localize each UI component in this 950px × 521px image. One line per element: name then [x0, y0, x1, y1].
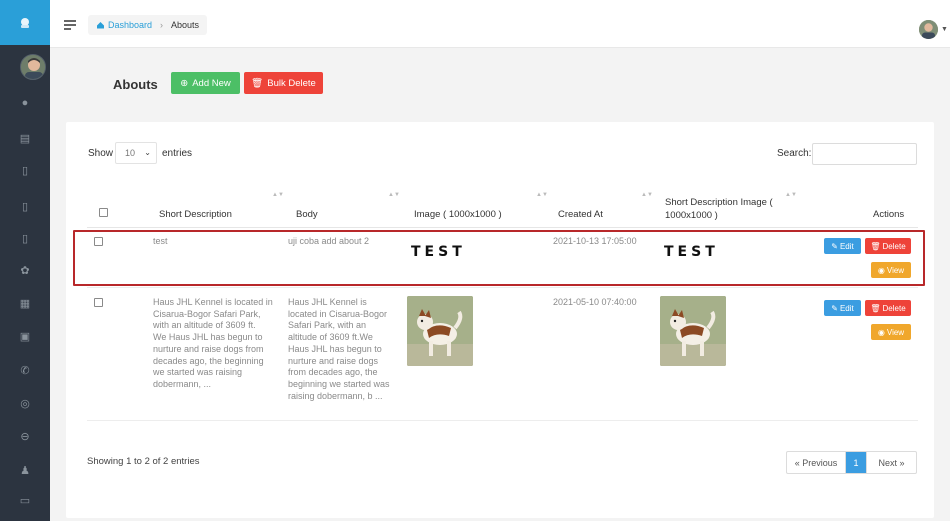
header-created-at[interactable]: Created At: [558, 209, 603, 220]
logo-icon: [21, 17, 29, 28]
text-line: Haus JHL Kennel is located in: [153, 297, 273, 307]
dog-photo: [660, 296, 726, 366]
settings-icon[interactable]: ◎: [17, 395, 33, 411]
header-actions: Actions: [873, 209, 905, 220]
lock-icon[interactable]: ⊖: [17, 428, 33, 444]
page-title: Abouts: [113, 77, 158, 92]
document-icon[interactable]: ▯: [17, 198, 33, 214]
created-at-cell: 2021-05-10 07:40:00: [553, 297, 637, 307]
home-icon: [97, 22, 104, 29]
search-label: Search:: [777, 148, 812, 159]
file-icon[interactable]: ▯: [17, 230, 33, 246]
view-button[interactable]: ◉ View: [871, 324, 911, 340]
sidebar: ● ▤ ▯ ▯ ▯ ✿ ▦ ▣ ✆ ◎ ⊖ ♟ ▭: [0, 0, 50, 521]
paw-icon[interactable]: ✿: [17, 262, 33, 278]
breadcrumb-current: Abouts: [171, 20, 200, 30]
header-sd-image-line2[interactable]: 1000x1000 ): [665, 210, 718, 221]
chevron-down-icon: ⌄: [144, 148, 151, 157]
header-divider: [87, 227, 918, 228]
text-line: Haus JHL has begun to: [288, 343, 382, 354]
body-cell: Haus JHL Kennel is located in Cisarua-Bo…: [288, 297, 390, 402]
short-description-cell: Haus JHL Kennel is located in Cisarua-Bo…: [153, 297, 273, 391]
header-image[interactable]: Image ( 1000x1000 ): [414, 209, 502, 220]
breadcrumb-separator: ›: [160, 20, 164, 30]
add-new-label: Add New: [192, 77, 231, 89]
grid-icon[interactable]: ▦: [17, 295, 33, 311]
menu-icon[interactable]: [64, 20, 76, 30]
user-avatar-icon: [919, 20, 938, 39]
sort-icon[interactable]: ▲▼: [641, 192, 653, 198]
previous-page-button[interactable]: « Previous: [787, 452, 846, 473]
image-icon[interactable]: ▣: [17, 328, 33, 344]
row-divider: [87, 287, 918, 288]
dog-photo: [407, 296, 473, 366]
text-line: nurture and raise dogs: [288, 355, 379, 366]
chart-icon[interactable]: ▤: [17, 130, 33, 146]
dog-icon[interactable]: ●: [17, 95, 33, 111]
breadcrumb-home-label: Dashboard: [108, 20, 153, 30]
plus-circle-icon: ⊕: [180, 77, 189, 89]
text-line: raising dobermann, b ...: [288, 390, 383, 401]
text-line: beginning we started was: [288, 378, 390, 389]
header-sd-image-line1[interactable]: Short Description Image (: [665, 197, 773, 208]
bulk-delete-button[interactable]: 🗑 Bulk Delete: [244, 72, 323, 94]
text-line: dobermann, ...: [153, 378, 212, 389]
header-body[interactable]: Body: [296, 209, 318, 220]
header-short-description[interactable]: Short Description: [159, 209, 232, 220]
sort-icon[interactable]: ▲▼: [388, 192, 400, 198]
car-icon[interactable]: ▭: [17, 492, 33, 508]
sort-icon[interactable]: ▲▼: [272, 192, 284, 198]
topbar: Dashboard › Abouts ▼: [50, 0, 950, 48]
text-line: decades ago, the beginning: [153, 355, 264, 366]
logo[interactable]: [0, 0, 50, 45]
text-line: altitude of 3609 ft.We: [288, 332, 373, 343]
eye-icon: ◉: [877, 327, 885, 337]
text-line: nurture and raise dogs from: [153, 343, 264, 354]
breadcrumb: Dashboard › Abouts: [88, 15, 208, 35]
table-info: Showing 1 to 2 of 2 entries: [87, 456, 200, 467]
sd-dog-image: [660, 296, 726, 366]
sidebar-avatar[interactable]: [20, 54, 46, 80]
row-divider: [87, 420, 918, 421]
bulk-delete-label: Bulk Delete: [267, 77, 316, 89]
edit-button[interactable]: ✎ Edit: [824, 300, 861, 316]
text-line: with an altitude of 3609 ft.: [153, 320, 256, 331]
text-line: We Haus JHL has begun to: [153, 332, 263, 343]
delete-label: Delete: [882, 303, 906, 313]
text-line: from decades ago, the: [288, 367, 378, 378]
book-icon[interactable]: ▯: [17, 162, 33, 178]
row-highlight-frame: [73, 230, 925, 286]
text-line: Cisarua-Bogor Safari Park,: [153, 308, 261, 319]
edit-label: Edit: [839, 303, 854, 313]
breadcrumb-home[interactable]: Dashboard: [96, 20, 152, 30]
page-1-button[interactable]: 1: [846, 452, 866, 473]
entries-select[interactable]: 10 ⌄: [115, 142, 157, 164]
delete-button[interactable]: 🗑 Delete: [865, 300, 911, 316]
text-line: we started was raising: [153, 367, 243, 378]
trash-icon: 🗑: [870, 303, 881, 313]
add-new-button[interactable]: ⊕ Add New: [171, 72, 240, 94]
trash-icon: 🗑: [251, 77, 264, 89]
text-line: located in Cisarua-Bogor: [288, 308, 388, 319]
dog-image: [407, 296, 473, 366]
chevron-down-icon[interactable]: ▼: [941, 26, 948, 33]
user-icon[interactable]: ♟: [17, 462, 33, 478]
edit-icon: ✎: [831, 303, 838, 313]
text-line: Haus JHL Kennel is: [288, 297, 367, 307]
user-avatar-icon: [21, 55, 45, 79]
select-all-checkbox[interactable]: [99, 208, 108, 217]
entries-value: 10: [125, 148, 136, 158]
view-label: View: [886, 327, 905, 337]
search-input[interactable]: [812, 143, 917, 165]
pagination: « Previous 1 Next »: [786, 451, 917, 474]
sort-icon[interactable]: ▲▼: [536, 192, 548, 198]
next-page-button[interactable]: Next »: [866, 452, 916, 473]
show-label: Show: [88, 148, 114, 159]
phone-icon[interactable]: ✆: [17, 362, 33, 378]
text-line: Safari Park, with an: [288, 320, 367, 331]
row-checkbox[interactable]: [94, 298, 103, 307]
entries-label: entries: [162, 148, 193, 159]
sort-icon[interactable]: ▲▼: [785, 192, 797, 198]
user-menu-avatar[interactable]: [919, 20, 938, 39]
